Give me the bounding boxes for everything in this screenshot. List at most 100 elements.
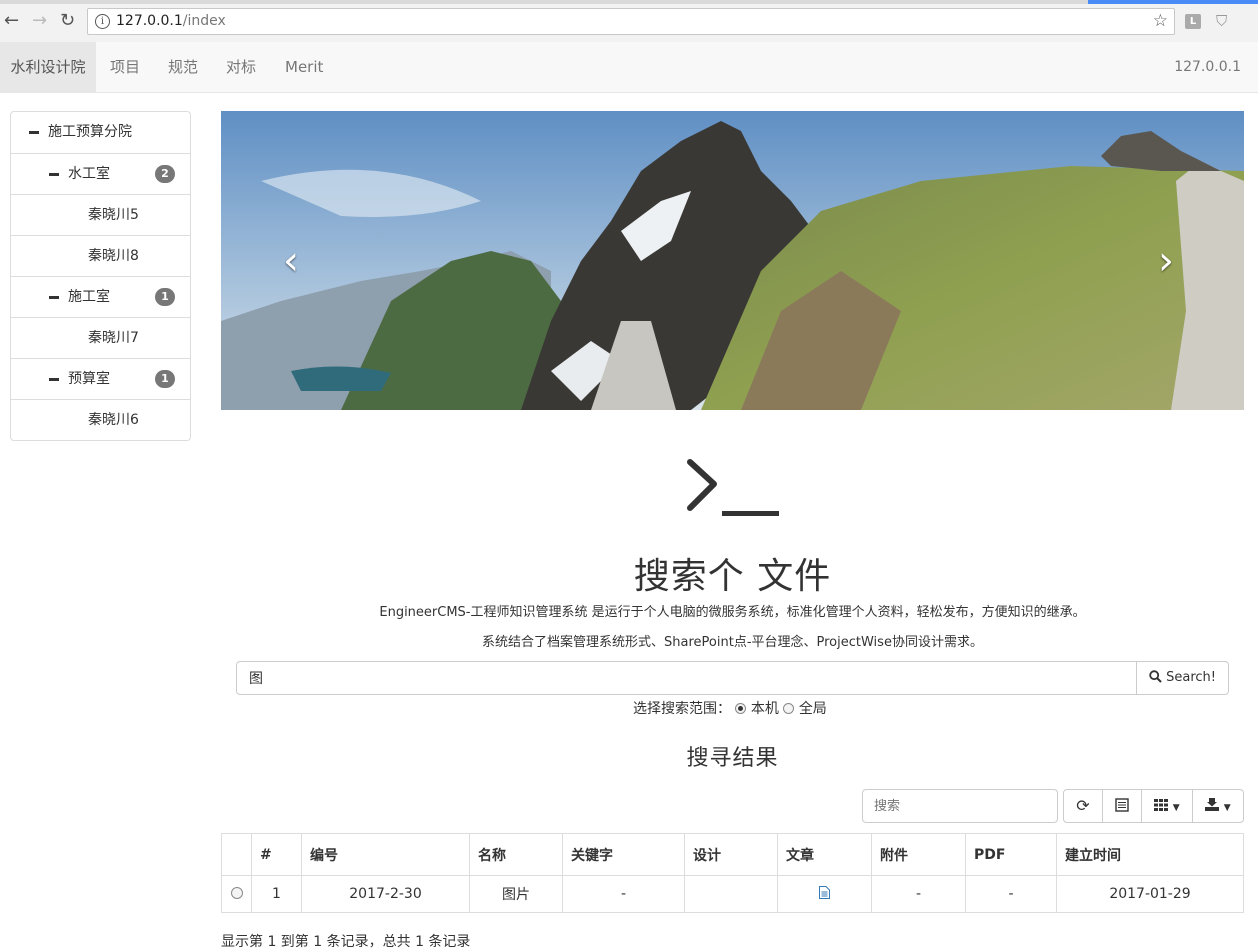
back-icon[interactable]: ← [4, 12, 19, 30]
search-input[interactable] [236, 661, 1137, 695]
nav-link-benchmark[interactable]: 对标 [226, 42, 256, 92]
select-column-header [221, 833, 252, 876]
row-select-cell [221, 875, 252, 913]
search-button[interactable]: Search! [1136, 661, 1229, 695]
forward-icon[interactable]: → [32, 12, 47, 30]
search-group: Search! [236, 661, 1229, 695]
tree-node-label: 秦晓川6 [88, 412, 139, 428]
pagination-info: 显示第 1 到第 1 条记录，总共 1 条记录 [221, 934, 471, 950]
carousel-prev-icon[interactable]: ‹ [283, 241, 299, 281]
column-header[interactable]: 编号 [301, 833, 470, 876]
carousel-next-icon[interactable]: › [1158, 241, 1174, 281]
tree-node-leaf[interactable]: 秦晓川5 [11, 194, 190, 235]
column-header[interactable]: 建立时间 [1056, 833, 1244, 876]
row-design [684, 875, 778, 913]
row-attachment: - [871, 875, 966, 913]
url-path: /index [182, 13, 226, 29]
row-name: 图片 [469, 875, 563, 913]
tab-strip [0, 0, 1258, 4]
collapse-icon[interactable] [49, 296, 59, 299]
tree-node-label: 施工室 [68, 289, 110, 305]
column-header[interactable]: PDF [965, 833, 1057, 876]
collapse-icon[interactable] [49, 378, 59, 381]
results-title: 搜寻结果 [686, 746, 779, 771]
nav-link-merit[interactable]: Merit [285, 42, 323, 92]
tree-node-label: 水工室 [68, 166, 110, 182]
row-keywords: - [562, 875, 685, 913]
scope-global-radio[interactable] [783, 703, 795, 714]
department-tree: 施工预算分院 水工室 2 秦晓川5 秦晓川8 施工室 1 秦晓川7 预算室 1 … [10, 111, 191, 441]
tree-node-group[interactable]: 预算室 1 [11, 358, 190, 399]
tree-node-group[interactable]: 水工室 2 [11, 153, 190, 194]
row-code: 2017-2-30 [301, 875, 470, 913]
row-created: 2017-01-29 [1056, 875, 1244, 913]
info-icon[interactable]: i [95, 14, 110, 29]
search-button-label: Search! [1166, 670, 1216, 685]
table-header-row: # 编号 名称 关键字 设计 文章 附件 PDF 建立时间 [221, 833, 1244, 876]
search-scope: 选择搜索范围： 本机 全局 [633, 698, 827, 718]
search-icon [1149, 670, 1162, 683]
column-header[interactable]: 名称 [469, 833, 563, 876]
shield-extension-icon[interactable]: ⛉ [1216, 12, 1227, 30]
navbar-host[interactable]: 127.0.0.1 [1174, 42, 1241, 92]
column-header[interactable]: # [251, 833, 302, 876]
row-index: 1 [251, 875, 302, 913]
table-row[interactable]: 1 2017-2-30 图片 - - - 2017-01-29 [221, 875, 1244, 913]
file-text-icon[interactable] [819, 885, 830, 899]
hero-description-2: 系统结合了档案管理系统形式、SharePoint点-平台理念、ProjectWi… [482, 635, 983, 650]
active-tab[interactable] [1088, 0, 1258, 4]
carousel-landscape-image [221, 111, 1244, 410]
export-dropdown-button[interactable]: ▼ [1192, 789, 1244, 823]
results-table: # 编号 名称 关键字 设计 文章 附件 PDF 建立时间 1 2017-2-3… [221, 833, 1244, 913]
column-header[interactable]: 附件 [871, 833, 966, 876]
address-bar[interactable]: i 127.0.0.1/index ☆ [87, 8, 1175, 35]
row-article-cell [777, 875, 872, 913]
nav-link-standards[interactable]: 规范 [168, 42, 198, 92]
scope-local-radio[interactable] [735, 703, 747, 714]
url-text[interactable]: 127.0.0.1/index [116, 13, 226, 29]
export-icon [1205, 798, 1220, 811]
hero-description-1: EngineerCMS-工程师知识管理系统 是运行于个人电脑的微服务系统，标准化… [379, 605, 1086, 620]
tree-node-label: 秦晓川7 [88, 330, 139, 346]
row-select-radio[interactable] [230, 887, 243, 899]
tree-node-group[interactable]: 施工室 1 [11, 276, 190, 317]
scope-label: 选择搜索范围： [633, 701, 731, 717]
terminal-prompt-icon [687, 459, 779, 516]
column-header[interactable]: 关键字 [562, 833, 685, 876]
url-host: 127.0.0.1 [116, 13, 183, 29]
tree-node-leaf[interactable]: 秦晓川8 [11, 235, 190, 276]
tree-node-root[interactable]: 施工预算分院 [11, 112, 190, 153]
list-view-icon [1115, 798, 1129, 812]
columns-grid-icon [1154, 799, 1169, 811]
bookmark-star-icon[interactable]: ☆ [1153, 11, 1168, 31]
tree-node-label: 施工预算分院 [48, 124, 132, 140]
table-search-input[interactable] [862, 789, 1058, 823]
columns-dropdown-button[interactable]: ▼ [1141, 789, 1193, 823]
row-pdf: - [965, 875, 1057, 913]
caret-down-icon: ▼ [1172, 803, 1180, 813]
tree-node-label: 秦晓川8 [88, 248, 139, 264]
nav-link-projects[interactable]: 项目 [110, 42, 140, 92]
refresh-button[interactable]: ⟳ [1063, 789, 1103, 823]
extension-l-icon[interactable]: L [1185, 14, 1201, 29]
count-badge: 1 [155, 370, 175, 388]
column-header[interactable]: 文章 [777, 833, 872, 876]
column-header[interactable]: 设计 [684, 833, 778, 876]
hero-title: 搜索个 文件 [633, 556, 832, 597]
browser-toolbar: ← → ↻ i 127.0.0.1/index ☆ L ⛉ [0, 0, 1258, 43]
tree-node-leaf[interactable]: 秦晓川7 [11, 317, 190, 358]
tree-node-label: 秦晓川5 [88, 207, 139, 223]
toggle-view-button[interactable] [1102, 789, 1142, 823]
scope-local-label: 本机 [750, 701, 779, 717]
collapse-icon[interactable] [49, 173, 59, 176]
count-badge: 1 [155, 288, 175, 306]
reload-icon[interactable]: ↻ [60, 12, 75, 30]
image-carousel: ‹ › [221, 111, 1244, 410]
collapse-icon[interactable] [29, 131, 39, 134]
scope-global-label: 全局 [798, 701, 827, 717]
navbar-brand[interactable]: 水利设计院 [0, 42, 96, 92]
caret-down-icon: ▼ [1223, 803, 1231, 813]
refresh-icon: ⟳ [1076, 796, 1090, 815]
tree-node-leaf[interactable]: 秦晓川6 [11, 399, 190, 440]
top-navbar: 水利设计院 项目 规范 对标 Merit 127.0.0.1 [0, 42, 1258, 93]
